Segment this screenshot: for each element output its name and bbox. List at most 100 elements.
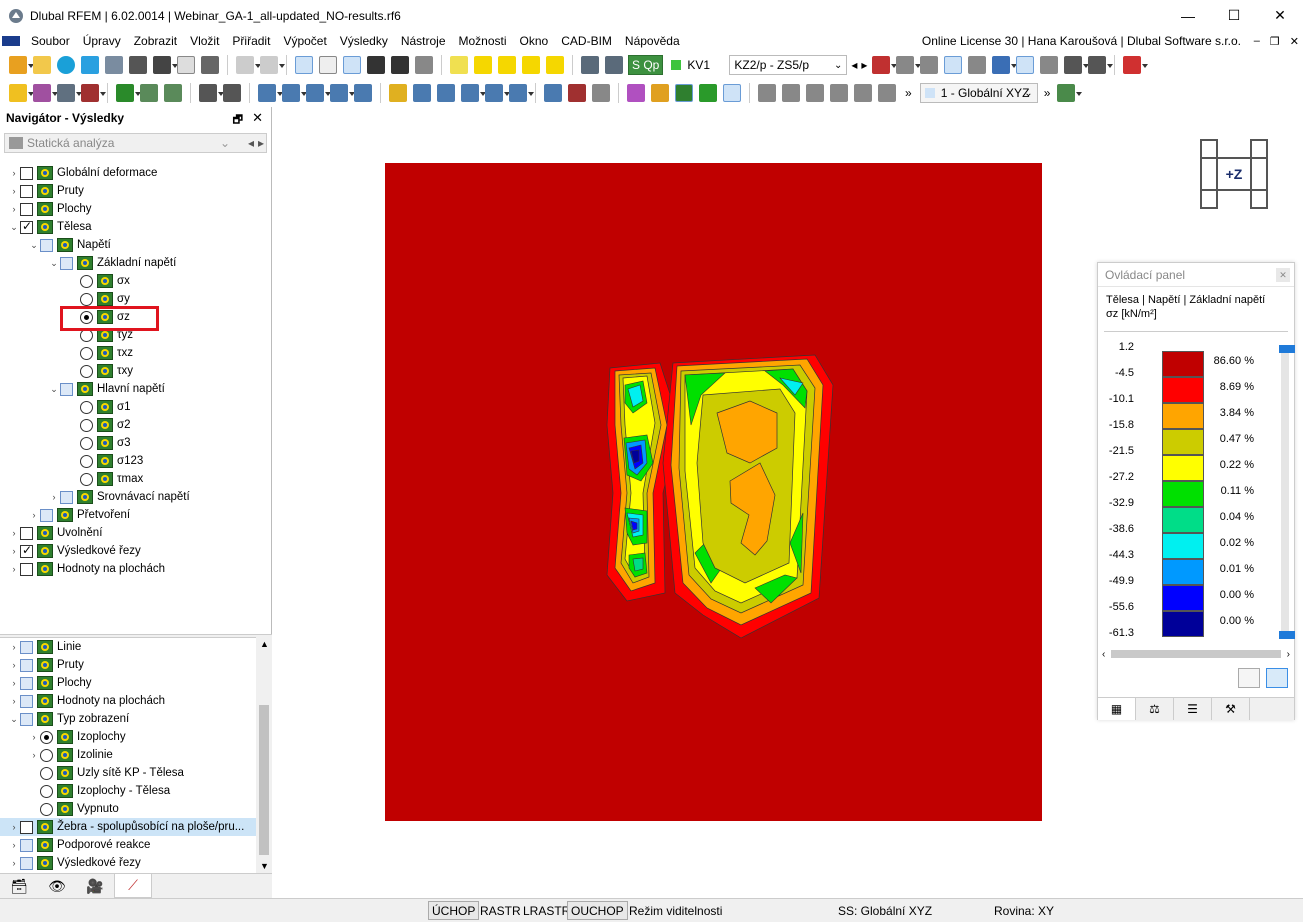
expand-chevron-icon[interactable]: ⌄: [28, 240, 40, 251]
expand-chevron-icon[interactable]: ›: [8, 678, 20, 688]
tree-item[interactable]: Izoplochy - Tělesa: [0, 782, 257, 800]
close-icon[interactable]: ✕: [1276, 268, 1290, 282]
legend-scroll-track[interactable]: [1281, 353, 1289, 631]
view-3d-icon[interactable]: [258, 84, 283, 102]
persp-icon[interactable]: [509, 84, 534, 102]
axis-icon[interactable]: [485, 84, 510, 102]
tree-item[interactable]: σ1: [0, 398, 257, 416]
result-values-icon[interactable]: [968, 56, 987, 74]
frame-z-icon[interactable]: [461, 84, 486, 102]
tree-radio[interactable]: [40, 766, 53, 780]
toolbar-overflow-2-icon[interactable]: »: [1044, 86, 1051, 100]
expand-chevron-icon[interactable]: ›: [8, 186, 20, 196]
tree-radio[interactable]: [80, 346, 93, 360]
reactions-icon[interactable]: [699, 84, 717, 102]
lines-5-icon[interactable]: [854, 84, 872, 102]
new-model-icon[interactable]: [9, 56, 34, 74]
print-preview-icon[interactable]: [105, 56, 123, 74]
expand-chevron-icon[interactable]: ›: [8, 660, 20, 670]
menu-priradit[interactable]: Přiřadit: [225, 34, 276, 48]
tree-item[interactable]: › Výsledkové řezy: [0, 854, 257, 872]
tree-item[interactable]: › Hodnoty na plochách: [0, 692, 257, 710]
chevron-right-icon[interactable]: ▸: [258, 136, 264, 150]
expand-chevron-icon[interactable]: ›: [8, 696, 20, 706]
polyline-icon[interactable]: [81, 84, 106, 102]
tree-item[interactable]: ⌄ Napětí: [0, 236, 257, 254]
legend-color-swatch[interactable]: [1162, 429, 1204, 455]
color-legend[interactable]: 1.2 86.60 % -4.5 8.69 % -10.1 3.84 % -15.8 0.47…: [1098, 341, 1278, 643]
support-icon[interactable]: [116, 84, 141, 102]
tree-item[interactable]: ⌄ Tělesa: [0, 218, 257, 236]
lines-2-icon[interactable]: [782, 84, 800, 102]
tree-item[interactable]: › Přetvoření: [0, 506, 257, 524]
tree-checkbox[interactable]: [20, 526, 33, 540]
filter-view-icon[interactable]: [544, 84, 562, 102]
lines-3-icon[interactable]: [806, 84, 824, 102]
line-draw-icon[interactable]: [33, 84, 58, 102]
tree-item[interactable]: › Pruty: [0, 182, 257, 200]
next-load-icon[interactable]: ▸: [861, 58, 867, 72]
load-case-select[interactable]: KZ2/p - ZS5/p ⌄: [729, 55, 848, 75]
lines-4-icon[interactable]: [830, 84, 848, 102]
expand-chevron-icon[interactable]: ⌄: [8, 222, 20, 233]
data-view-icon[interactable]: [295, 56, 313, 74]
tree-item[interactable]: σ3: [0, 434, 257, 452]
tree-radio[interactable]: [80, 364, 93, 378]
tree-item[interactable]: › Uvolnění: [0, 524, 257, 542]
hinge-icon[interactable]: [140, 84, 158, 102]
tree-checkbox[interactable]: [60, 256, 73, 270]
report-icon[interactable]: [177, 56, 195, 74]
tree-item[interactable]: › Izoplochy: [0, 728, 257, 746]
legend-color-swatch[interactable]: [1162, 377, 1204, 403]
tree-item[interactable]: ⌄ Základní napětí: [0, 254, 257, 272]
tree-item[interactable]: Vypnuto: [0, 800, 257, 818]
values-xxx-icon[interactable]: [920, 56, 939, 74]
tree-checkbox[interactable]: [60, 382, 73, 396]
render-icon[interactable]: [1057, 84, 1083, 102]
tree-radio[interactable]: [80, 436, 93, 450]
member-icon[interactable]: [57, 84, 82, 102]
undo-icon[interactable]: [236, 56, 261, 74]
tree-item[interactable]: τxz: [0, 344, 257, 362]
tree-checkbox[interactable]: [20, 676, 33, 690]
tree-item[interactable]: τyz: [0, 326, 257, 344]
legend-scale-icon[interactable]: [1266, 668, 1288, 688]
section-result-icon[interactable]: [1016, 56, 1035, 74]
tools-icon[interactable]: [1123, 56, 1149, 74]
tree-radio[interactable]: [80, 418, 93, 432]
tab-display-icon[interactable]: 👁: [38, 874, 76, 898]
close-icon[interactable]: ✕: [252, 110, 263, 126]
menu-soubor[interactable]: Soubor: [24, 34, 76, 48]
menu-vypocet[interactable]: Výpočet: [276, 34, 332, 48]
expand-chevron-icon[interactable]: ›: [8, 168, 20, 178]
tree-item[interactable]: › Žebra - spolupůsobící na ploše/pru...: [0, 818, 257, 836]
tab-filter-icon[interactable]: ⚒: [1212, 698, 1250, 720]
legend-hscrollbar[interactable]: ‹ ›: [1102, 647, 1290, 661]
node-icon[interactable]: [522, 56, 540, 74]
grid-toggle[interactable]: RASTR: [480, 904, 521, 918]
legend-color-swatch[interactable]: [1162, 351, 1204, 377]
menu-moznosti[interactable]: Možnosti: [452, 34, 513, 48]
tree-checkbox[interactable]: [20, 694, 33, 708]
menu-napoveda[interactable]: Nápověda: [618, 34, 686, 48]
cube-icon[interactable]: [354, 84, 372, 102]
tree-item[interactable]: τmax: [0, 470, 257, 488]
expand-chevron-icon[interactable]: ›: [8, 204, 20, 214]
tree-item[interactable]: σz: [0, 308, 257, 326]
result-section-icon[interactable]: [723, 84, 741, 102]
legend-color-swatch[interactable]: [1162, 507, 1204, 533]
hscroll-thumb[interactable]: [1111, 650, 1281, 658]
legend-color-swatch[interactable]: [1162, 533, 1204, 559]
tree-item[interactable]: › Srovnávací napětí: [0, 488, 257, 506]
tree-item[interactable]: › Linie: [0, 638, 257, 656]
mdi-minimize-icon[interactable]: –: [1254, 35, 1260, 48]
solid-results-icon[interactable]: [675, 84, 693, 102]
legend-color-swatch[interactable]: [1162, 455, 1204, 481]
expand-chevron-icon[interactable]: ›: [8, 840, 20, 850]
tree-checkbox[interactable]: [20, 712, 33, 726]
legend-max-handle[interactable]: [1279, 345, 1295, 353]
tree-item[interactable]: › Globální deformace: [0, 164, 257, 182]
menu-nastroje[interactable]: Nástroje: [394, 34, 452, 48]
tree-item[interactable]: Uzly sítě KP - Tělesa: [0, 764, 257, 782]
print-icon[interactable]: [153, 56, 178, 74]
